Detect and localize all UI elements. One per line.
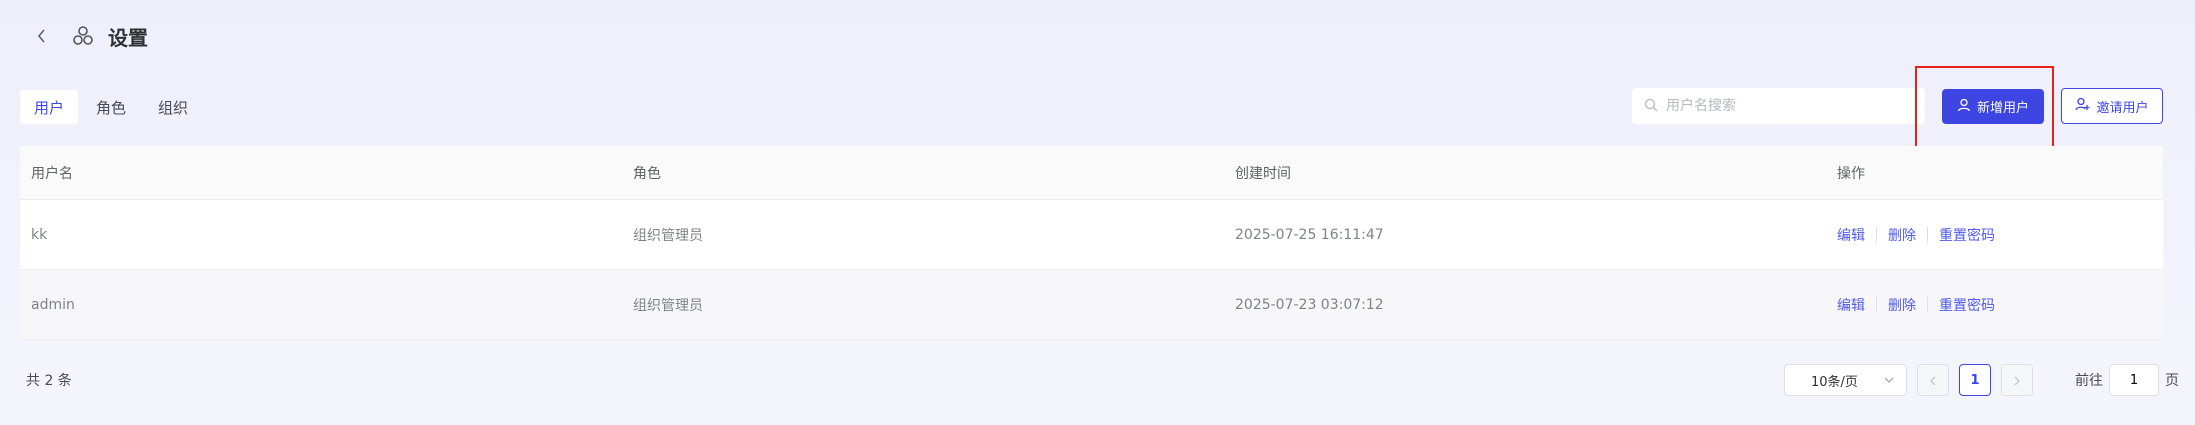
page-header: 设置 — [30, 18, 148, 54]
table-header: 用户名 角色 创建时间 操作 — [20, 146, 2163, 200]
page-size-select[interactable]: 10条/页 — [1784, 364, 1907, 396]
tab-users[interactable]: 用户 — [20, 90, 79, 124]
users-table: 用户名 角色 创建时间 操作 kk 组织管理员 2025-07-25 16:11… — [20, 146, 2163, 340]
cell-created: 2025-07-23 03:07:12 — [1235, 296, 1384, 313]
page-size-value: 10条/页 — [1811, 374, 1858, 390]
chevron-right-icon — [2013, 371, 2021, 390]
chevron-down-icon — [1884, 373, 1894, 388]
search-icon — [1644, 97, 1658, 116]
add-user-label: 新增用户 — [1976, 101, 2029, 116]
column-header-username: 用户名 — [31, 165, 73, 182]
pagination: 10条/页 1 前往 页 — [1784, 364, 2179, 396]
reset-password-link[interactable]: 重置密码 — [1939, 225, 1995, 245]
invite-user-button[interactable]: 邀请用户 — [2061, 88, 2163, 124]
goto-prefix: 前往 — [2075, 373, 2103, 389]
goto-suffix: 页 — [2165, 373, 2179, 389]
table-row: admin 组织管理员 2025-07-23 03:07:12 编辑 删除 重置… — [20, 270, 2163, 340]
row-actions: 编辑 删除 重置密码 — [1826, 225, 2163, 245]
tab-roles[interactable]: 角色 — [82, 90, 140, 124]
divider — [1927, 296, 1928, 313]
invite-user-label: 邀请用户 — [2096, 100, 2149, 116]
page-number[interactable]: 1 — [1959, 364, 1991, 396]
page-title: 设置 — [108, 25, 148, 50]
next-page-button[interactable] — [2001, 364, 2033, 396]
reset-password-link[interactable]: 重置密码 — [1939, 295, 1995, 315]
edit-link[interactable]: 编辑 — [1837, 295, 1865, 315]
cell-username: admin — [31, 296, 75, 313]
column-header-actions: 操作 — [1837, 165, 1865, 182]
back-icon[interactable] — [30, 24, 54, 48]
search-input[interactable] — [1666, 98, 1916, 114]
column-header-created: 创建时间 — [1235, 165, 1291, 182]
chevron-left-icon — [1929, 371, 1937, 390]
divider — [1876, 226, 1877, 243]
delete-link[interactable]: 删除 — [1888, 225, 1916, 245]
user-plus-icon — [2075, 97, 2090, 115]
search-box[interactable] — [1632, 88, 1925, 124]
divider — [1876, 296, 1877, 313]
row-actions: 编辑 删除 重置密码 — [1826, 295, 2163, 315]
total-count: 共 2 条 — [26, 373, 72, 389]
divider — [1927, 226, 1928, 243]
cell-created: 2025-07-25 16:11:47 — [1235, 226, 1384, 243]
goto-page: 前往 页 — [2075, 364, 2179, 396]
tab-organizations[interactable]: 组织 — [144, 90, 202, 124]
cluster-icon — [70, 23, 96, 49]
delete-link[interactable]: 删除 — [1888, 295, 1916, 315]
table-row: kk 组织管理员 2025-07-25 16:11:47 编辑 删除 重置密码 — [20, 200, 2163, 270]
column-header-role: 角色 — [633, 165, 661, 182]
edit-link[interactable]: 编辑 — [1837, 225, 1865, 245]
prev-page-button[interactable] — [1917, 364, 1949, 396]
tab-bar: 用户 角色 组织 — [20, 90, 202, 124]
goto-page-input[interactable] — [2109, 364, 2159, 396]
cell-role: 组织管理员 — [633, 227, 703, 244]
user-icon — [1957, 98, 1971, 116]
cell-username: kk — [31, 226, 48, 243]
cell-role: 组织管理员 — [633, 297, 703, 314]
add-user-button[interactable]: 新增用户 — [1942, 89, 2044, 124]
